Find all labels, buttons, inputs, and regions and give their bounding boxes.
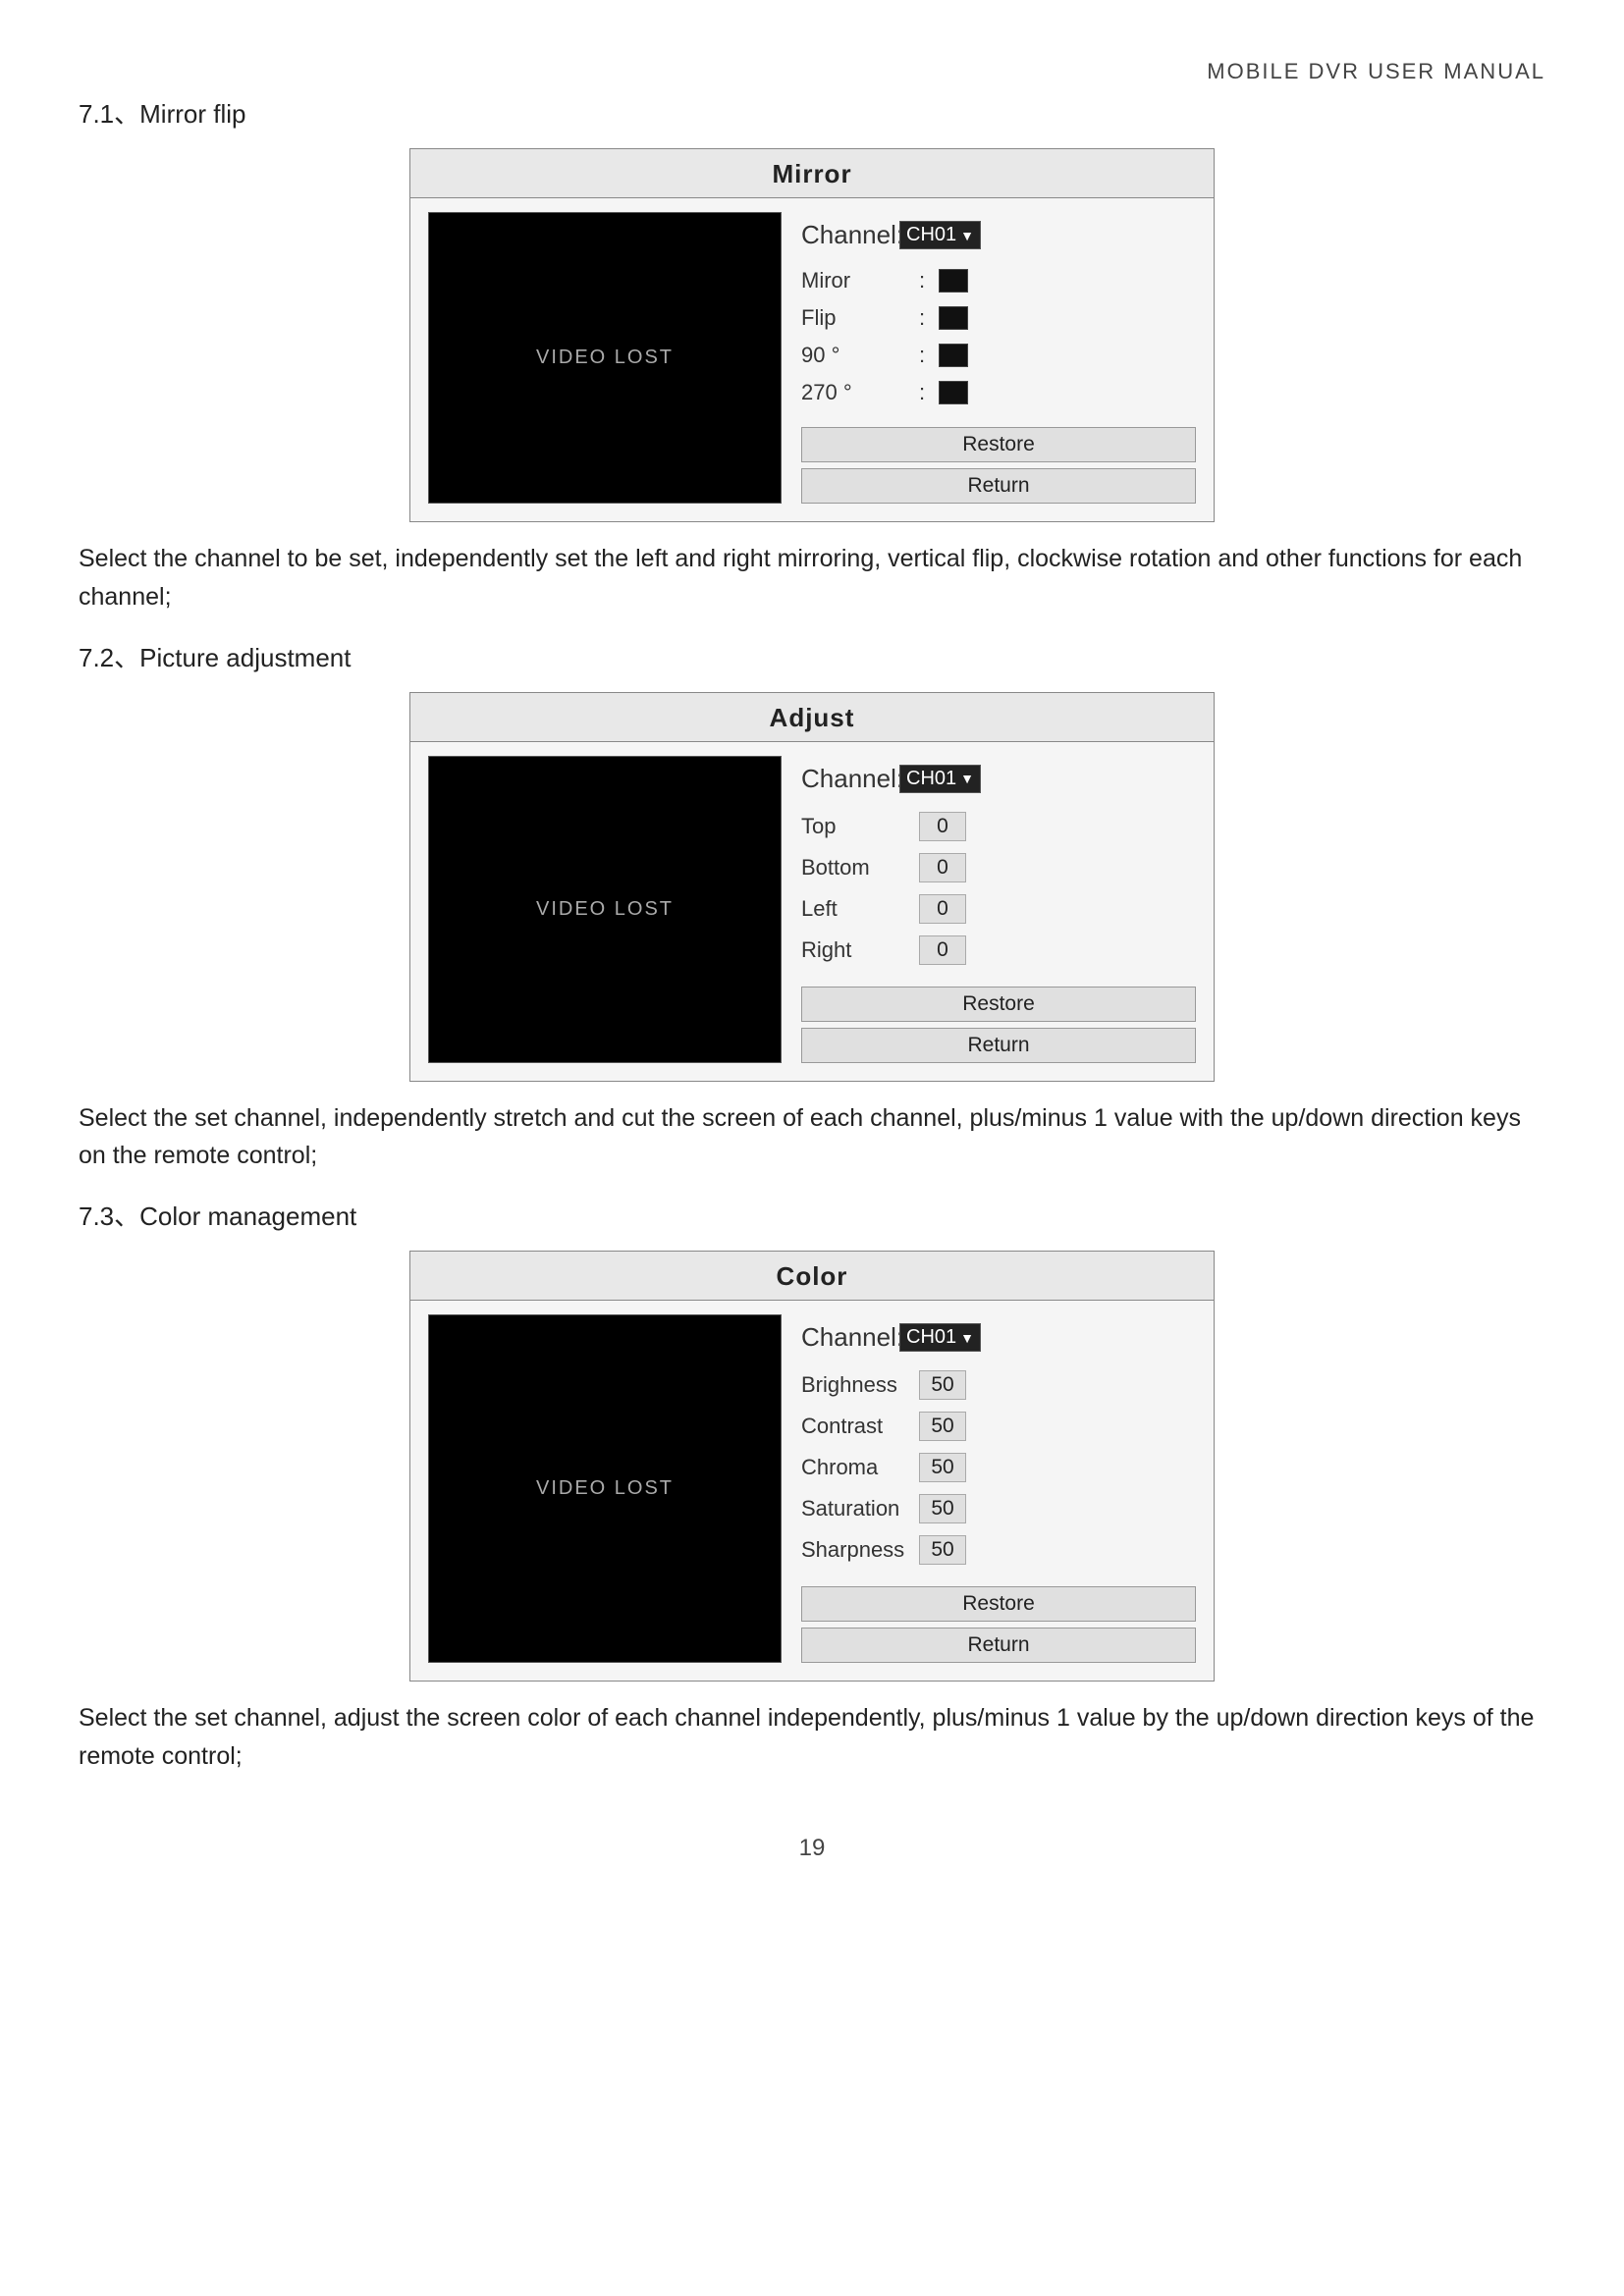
adjust-channel-value: CH01 <box>906 768 956 790</box>
mirror-video-lost-label: VIDEO LOST <box>536 347 674 369</box>
adjust-dropdown-arrow: ▼ <box>960 771 974 786</box>
adjust-channel-row: Channel: CH01 ▼ <box>801 764 1196 794</box>
mirror-flip-colon: : <box>919 305 939 331</box>
section-mirror: 7.1、Mirror flip Mirror VIDEO LOST Channe… <box>79 94 1545 616</box>
section-color: 7.3、Color management Color VIDEO LOST Ch… <box>79 1197 1545 1776</box>
color-channel-row: Channel: CH01 ▼ <box>801 1322 1196 1353</box>
mirror-channel-row: Channel: CH01 ▼ <box>801 220 1196 250</box>
color-sharpness-value[interactable]: 50 <box>919 1535 966 1565</box>
mirror-video-preview: VIDEO LOST <box>428 212 782 504</box>
mirror-miror-row: Miror : <box>801 268 1196 294</box>
page-number: 19 <box>79 1835 1545 1862</box>
adjust-top-row: Top 0 <box>801 812 1196 841</box>
color-controls: Channel: CH01 ▼ Brighness 50 Contrast 50 <box>801 1314 1196 1663</box>
adjust-restore-button[interactable]: Restore <box>801 987 1196 1022</box>
mirror-restore-button[interactable]: Restore <box>801 427 1196 462</box>
adjust-channel-label: Channel: <box>801 764 899 794</box>
adjust-left-value[interactable]: 0 <box>919 894 966 924</box>
mirror-270-row: 270 ° : <box>801 380 1196 405</box>
adjust-right-label: Right <box>801 937 919 963</box>
color-contrast-value[interactable]: 50 <box>919 1412 966 1441</box>
color-sharpness-label: Sharpness <box>801 1537 919 1563</box>
mirror-button-row: Restore Return <box>801 427 1196 504</box>
color-channel-dropdown[interactable]: CH01 ▼ <box>899 1323 981 1352</box>
mirror-90-row: 90 ° : <box>801 343 1196 368</box>
mirror-90-colon: : <box>919 343 939 368</box>
mirror-miror-value[interactable] <box>939 269 968 293</box>
mirror-miror-label: Miror <box>801 268 919 294</box>
mirror-270-colon: : <box>919 380 939 405</box>
color-video-preview: VIDEO LOST <box>428 1314 782 1663</box>
mirror-controls: Channel: CH01 ▼ Miror : Flip : <box>801 212 1196 504</box>
mirror-return-button[interactable]: Return <box>801 468 1196 504</box>
adjust-left-row: Left 0 <box>801 894 1196 924</box>
color-saturation-value[interactable]: 50 <box>919 1494 966 1523</box>
color-brighness-value[interactable]: 50 <box>919 1370 966 1400</box>
section-adjust-heading: 7.2、Picture adjustment <box>79 638 1545 674</box>
mirror-miror-colon: : <box>919 268 939 294</box>
mirror-dialog-title: Mirror <box>410 149 1214 198</box>
color-contrast-label: Contrast <box>801 1414 919 1439</box>
color-brighness-label: Brighness <box>801 1372 919 1398</box>
color-brighness-row: Brighness 50 <box>801 1370 1196 1400</box>
adjust-video-preview: VIDEO LOST <box>428 756 782 1063</box>
page-header: MOBILE DVR USER MANUAL <box>79 59 1545 84</box>
mirror-270-label: 270 ° <box>801 380 919 405</box>
mirror-flip-value[interactable] <box>939 306 968 330</box>
section-adjust: 7.2、Picture adjustment Adjust VIDEO LOST… <box>79 638 1545 1176</box>
adjust-video-lost-label: VIDEO LOST <box>536 898 674 921</box>
color-chroma-label: Chroma <box>801 1455 919 1480</box>
color-channel-label: Channel: <box>801 1322 899 1353</box>
color-channel-value: CH01 <box>906 1326 956 1349</box>
mirror-dropdown-arrow: ▼ <box>960 228 974 243</box>
mirror-channel-value: CH01 <box>906 224 956 246</box>
color-contrast-row: Contrast 50 <box>801 1412 1196 1441</box>
mirror-90-label: 90 ° <box>801 343 919 368</box>
section-color-heading: 7.3、Color management <box>79 1197 1545 1233</box>
adjust-channel-dropdown[interactable]: CH01 ▼ <box>899 765 981 793</box>
adjust-bottom-label: Bottom <box>801 855 919 881</box>
color-paragraph: Select the set channel, adjust the scree… <box>79 1699 1545 1776</box>
color-dialog: Color VIDEO LOST Channel: CH01 ▼ Brighne… <box>409 1251 1215 1682</box>
color-return-button[interactable]: Return <box>801 1628 1196 1663</box>
adjust-bottom-value[interactable]: 0 <box>919 853 966 882</box>
mirror-90-value[interactable] <box>939 344 968 367</box>
adjust-right-row: Right 0 <box>801 935 1196 965</box>
mirror-channel-label: Channel: <box>801 220 899 250</box>
color-chroma-row: Chroma 50 <box>801 1453 1196 1482</box>
color-saturation-row: Saturation 50 <box>801 1494 1196 1523</box>
adjust-paragraph: Select the set channel, independently st… <box>79 1099 1545 1176</box>
adjust-button-row: Restore Return <box>801 987 1196 1063</box>
adjust-left-label: Left <box>801 896 919 922</box>
adjust-return-button[interactable]: Return <box>801 1028 1196 1063</box>
adjust-dialog-title: Adjust <box>410 693 1214 742</box>
adjust-top-label: Top <box>801 814 919 839</box>
mirror-270-value[interactable] <box>939 381 968 404</box>
mirror-channel-dropdown[interactable]: CH01 ▼ <box>899 221 981 249</box>
adjust-top-value[interactable]: 0 <box>919 812 966 841</box>
mirror-paragraph: Select the channel to be set, independen… <box>79 540 1545 616</box>
mirror-flip-row: Flip : <box>801 305 1196 331</box>
color-video-lost-label: VIDEO LOST <box>536 1477 674 1500</box>
color-dropdown-arrow: ▼ <box>960 1330 974 1346</box>
mirror-dialog: Mirror VIDEO LOST Channel: CH01 ▼ Miror … <box>409 148 1215 522</box>
color-chroma-value[interactable]: 50 <box>919 1453 966 1482</box>
adjust-bottom-row: Bottom 0 <box>801 853 1196 882</box>
mirror-flip-label: Flip <box>801 305 919 331</box>
color-saturation-label: Saturation <box>801 1496 919 1522</box>
adjust-right-value[interactable]: 0 <box>919 935 966 965</box>
color-button-row: Restore Return <box>801 1586 1196 1663</box>
color-sharpness-row: Sharpness 50 <box>801 1535 1196 1565</box>
adjust-dialog: Adjust VIDEO LOST Channel: CH01 ▼ Top 0 <box>409 692 1215 1082</box>
adjust-controls: Channel: CH01 ▼ Top 0 Bottom 0 <box>801 756 1196 1063</box>
section-mirror-heading: 7.1、Mirror flip <box>79 94 1545 131</box>
color-dialog-title: Color <box>410 1252 1214 1301</box>
color-restore-button[interactable]: Restore <box>801 1586 1196 1622</box>
